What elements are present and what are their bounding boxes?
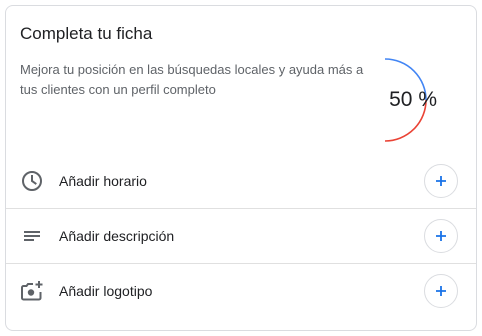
plus-icon [436,231,446,241]
task-label-hours: Añadir horario [59,173,147,189]
add-logo-button[interactable] [424,274,458,308]
short-text-icon [20,224,44,248]
profile-progress: 50 % [384,57,464,143]
task-label-logo: Añadir logotipo [59,283,153,299]
task-row-hours[interactable]: Añadir horario [6,154,476,209]
card-title: Completa tu ficha [20,24,153,43]
task-row-description[interactable]: Añadir descripción [6,209,476,264]
clock-icon [20,169,44,193]
add-photo-icon [20,279,44,303]
complete-profile-card: Completa tu ficha Mejora tu posición en … [5,5,477,331]
plus-icon [436,176,446,186]
task-label-description: Añadir descripción [59,228,175,244]
progress-percent: 50 % [389,88,437,111]
card-description: Mejora tu posición en las búsquedas loca… [20,62,364,97]
plus-icon [436,286,446,296]
task-row-logo[interactable]: Añadir logotipo [6,264,476,319]
add-description-button[interactable] [424,219,458,253]
add-hours-button[interactable] [424,164,458,198]
